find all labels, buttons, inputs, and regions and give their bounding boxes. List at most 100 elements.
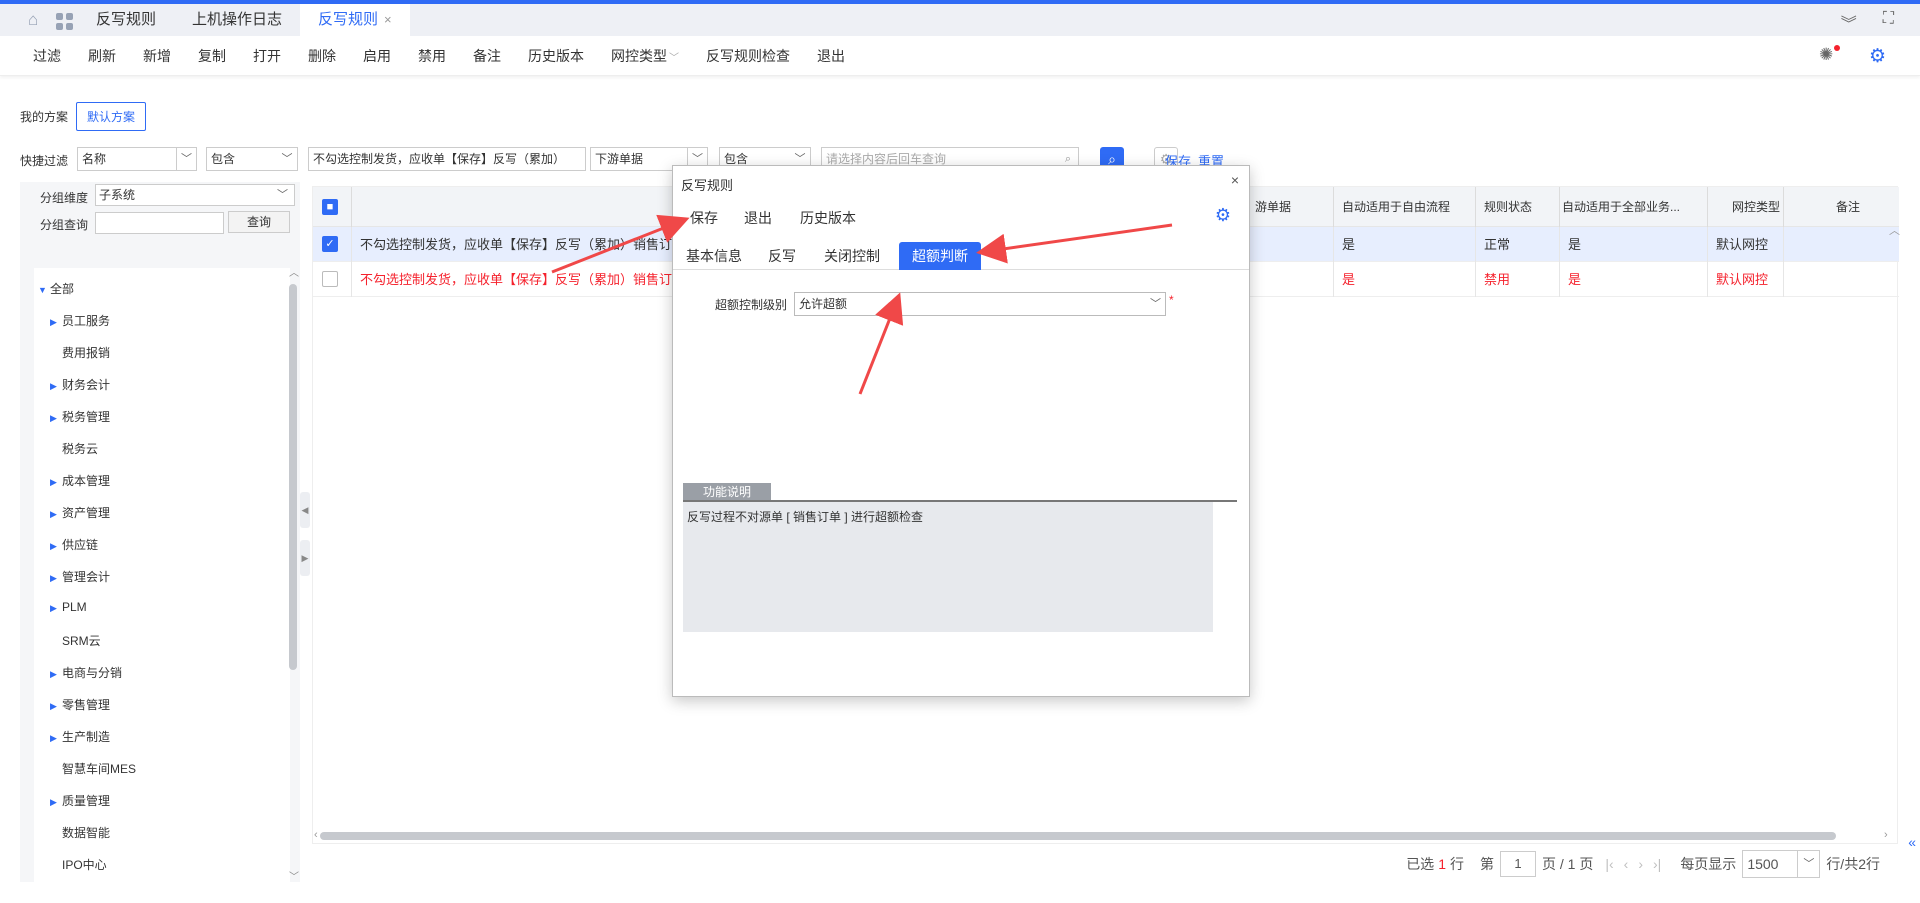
- tree-item[interactable]: 费用报销: [50, 344, 110, 364]
- gear-icon[interactable]: ⚙: [1869, 45, 1886, 68]
- tab-basic-info[interactable]: 基本信息: [673, 242, 755, 270]
- group-query-button[interactable]: 查询: [228, 211, 290, 233]
- exit-button[interactable]: 退出: [817, 46, 845, 66]
- dialog-history-button[interactable]: 历史版本: [800, 208, 856, 228]
- apps-grid-icon[interactable]: [56, 11, 78, 30]
- home-icon[interactable]: ⌂: [28, 11, 50, 29]
- filter-field-select[interactable]: 名称 ﹀: [77, 147, 197, 171]
- tab-writeback-rule-1[interactable]: 反写规则: [78, 4, 174, 36]
- gear-icon[interactable]: ⚙: [1215, 205, 1231, 226]
- tree-item[interactable]: IPO中心: [50, 856, 107, 876]
- caret-right-icon[interactable]: ▶: [50, 477, 62, 488]
- header-rule-status[interactable]: 规则状态: [1475, 187, 1561, 227]
- group-dimension-select[interactable]: 子系统 ﹀: [95, 184, 295, 206]
- tree-item[interactable]: ▶ 零售管理: [50, 696, 110, 716]
- total-rows: 行/共2行: [1826, 856, 1880, 872]
- filter-button[interactable]: 过滤: [33, 46, 61, 66]
- row-checkbox[interactable]: ✓: [322, 236, 338, 252]
- default-scheme-button[interactable]: 默认方案: [76, 102, 147, 131]
- row-auto-all: 是: [1559, 227, 1707, 262]
- scroll-down-icon[interactable]: ﹀: [289, 868, 299, 883]
- tab-overrun-check[interactable]: 超额判断: [899, 242, 981, 270]
- lightbulb-icon[interactable]: ✺: [1819, 45, 1840, 65]
- header-auto-free-flow[interactable]: 自动适用于自由流程: [1333, 187, 1483, 227]
- first-page-icon[interactable]: |‹: [1605, 856, 1613, 872]
- scroll-left-icon[interactable]: ‹: [314, 829, 318, 841]
- select-all-checkbox[interactable]: ■: [322, 199, 338, 215]
- tab-close-control[interactable]: 关闭控制: [811, 242, 893, 270]
- collapse-left-icon[interactable]: ◀: [300, 492, 310, 528]
- dialog-save-button[interactable]: 保存: [690, 208, 718, 228]
- group-query-input[interactable]: [95, 212, 224, 234]
- last-page-icon[interactable]: ›|: [1653, 856, 1661, 872]
- caret-right-icon[interactable]: ▶: [50, 413, 62, 424]
- rule-check-button[interactable]: 反写规则检查: [706, 46, 790, 66]
- caret-right-icon[interactable]: ▶: [50, 797, 62, 808]
- scroll-right-icon[interactable]: ›: [1884, 829, 1888, 841]
- caret-right-icon[interactable]: ▶: [50, 541, 62, 552]
- close-icon[interactable]: ×: [384, 12, 392, 27]
- tree-item[interactable]: 税务云: [50, 440, 98, 460]
- tree-item[interactable]: ▶ 员工服务: [50, 312, 110, 332]
- header-remark[interactable]: 备注: [1783, 187, 1897, 227]
- caret-right-icon[interactable]: ▶: [50, 701, 62, 712]
- refresh-button[interactable]: 刷新: [88, 46, 116, 66]
- caret-right-icon[interactable]: ▶: [50, 603, 62, 614]
- page-prefix: 第: [1479, 856, 1494, 872]
- tree-item[interactable]: 数据智能: [50, 824, 110, 844]
- tab-writeback[interactable]: 反写: [755, 242, 809, 270]
- new-button[interactable]: 新增: [143, 46, 171, 66]
- next-page-icon[interactable]: ›: [1638, 856, 1643, 872]
- tree-item[interactable]: ▶ 生产制造: [50, 728, 110, 748]
- double-left-chevron-icon[interactable]: «: [1908, 834, 1916, 850]
- tree-item[interactable]: ▶ 财务会计: [50, 376, 110, 396]
- tree-item[interactable]: SRM云: [50, 632, 101, 652]
- grid-horizontal-scrollbar[interactable]: [320, 832, 1836, 840]
- tree-item[interactable]: ▶ 管理会计: [50, 568, 110, 588]
- fullscreen-icon[interactable]: ⛶: [1883, 10, 1894, 34]
- caret-down-icon[interactable]: ▼: [38, 285, 50, 295]
- row-checkbox[interactable]: [322, 271, 338, 287]
- tree-item[interactable]: ▶ 质量管理: [50, 792, 110, 812]
- filter-value-input[interactable]: 不勾选控制发货，应收单【保存】反写（累加）: [308, 147, 586, 171]
- net-control-type-dropdown[interactable]: 网控类型 ﹀: [611, 46, 679, 66]
- caret-right-icon[interactable]: ▶: [50, 381, 62, 392]
- tree-item[interactable]: ▶ 税务管理: [50, 408, 110, 428]
- function-description-tab[interactable]: 功能说明: [683, 483, 771, 501]
- history-version-button[interactable]: 历史版本: [528, 46, 584, 66]
- dialog-exit-button[interactable]: 退出: [744, 208, 772, 228]
- open-button[interactable]: 打开: [253, 46, 281, 66]
- expand-right-icon[interactable]: ▶: [300, 540, 310, 576]
- header-auto-all[interactable]: 自动适用于全部业务...: [1559, 187, 1709, 227]
- tab-operation-log[interactable]: 上机操作日志: [174, 4, 300, 36]
- tree-item[interactable]: ▶ 电商与分销: [50, 664, 122, 684]
- caret-right-icon[interactable]: ▶: [50, 509, 62, 520]
- per-page-select[interactable]: 1500 ﹀: [1742, 850, 1821, 878]
- grid-scroll-up-icon[interactable]: ︿: [1889, 222, 1900, 238]
- caret-right-icon[interactable]: ▶: [50, 733, 62, 744]
- disable-button[interactable]: 禁用: [418, 46, 446, 66]
- remark-button[interactable]: 备注: [473, 46, 501, 66]
- page-input[interactable]: 1: [1499, 851, 1536, 877]
- caret-right-icon[interactable]: ▶: [50, 573, 62, 584]
- scheme-label: 我的方案: [20, 110, 69, 124]
- enable-button[interactable]: 启用: [363, 46, 391, 66]
- tree-item[interactable]: ▼ 全部: [38, 280, 74, 300]
- copy-button[interactable]: 复制: [198, 46, 226, 66]
- tree-scrollbar[interactable]: [289, 284, 297, 670]
- prev-page-icon[interactable]: ‹: [1624, 856, 1629, 872]
- close-icon[interactable]: ×: [1231, 172, 1239, 188]
- caret-right-icon[interactable]: ▶: [50, 669, 62, 680]
- tree-item[interactable]: ▶ 成本管理: [50, 472, 110, 492]
- tree-item[interactable]: ▶ PLM: [50, 600, 87, 620]
- chevron-double-down-icon[interactable]: ︾: [1841, 10, 1857, 34]
- tree-item[interactable]: ▶ 资产管理: [50, 504, 110, 524]
- caret-right-icon[interactable]: ▶: [50, 317, 62, 328]
- delete-button[interactable]: 删除: [308, 46, 336, 66]
- filter-operator-select[interactable]: 包含 ﹀: [206, 147, 298, 171]
- scroll-up-icon[interactable]: ︿: [289, 264, 299, 279]
- overrun-level-select[interactable]: 允许超额 ﹀: [794, 292, 1166, 316]
- tab-writeback-rule-active[interactable]: 反写规则 ×: [300, 4, 410, 36]
- tree-item[interactable]: 智慧车间MES: [50, 760, 136, 780]
- tree-item[interactable]: ▶ 供应链: [50, 536, 98, 556]
